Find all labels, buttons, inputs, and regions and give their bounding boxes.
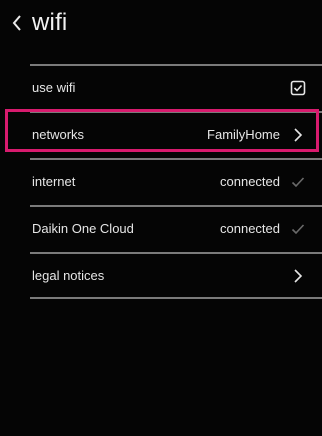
cloud-status-value: connected xyxy=(220,221,280,236)
header: wifi xyxy=(0,0,322,48)
check-icon xyxy=(288,172,308,192)
chevron-right-icon xyxy=(288,266,308,286)
settings-list: use wifi networks FamilyHome internet co… xyxy=(30,64,322,299)
row-label: use wifi xyxy=(32,80,76,95)
row-label: internet xyxy=(32,174,76,189)
checkbox-checked-icon[interactable] xyxy=(288,78,308,98)
chevron-right-icon xyxy=(288,125,308,145)
chevron-left-icon xyxy=(11,13,23,33)
check-icon xyxy=(288,219,308,239)
page-title: wifi xyxy=(32,9,68,36)
row-label: networks xyxy=(32,127,85,142)
row-label: legal notices xyxy=(32,268,105,283)
row-networks[interactable]: networks FamilyHome xyxy=(30,111,322,158)
wifi-settings-screen: wifi use wifi networks FamilyHome intern… xyxy=(0,0,322,436)
row-internet: internet connected xyxy=(30,158,322,205)
row-legal-notices[interactable]: legal notices xyxy=(30,252,322,299)
row-daikin-one-cloud: Daikin One Cloud connected xyxy=(30,205,322,252)
internet-status-value: connected xyxy=(220,174,280,189)
back-button[interactable] xyxy=(4,8,30,38)
row-use-wifi[interactable]: use wifi xyxy=(30,64,322,111)
network-name-value: FamilyHome xyxy=(207,127,280,142)
row-label: Daikin One Cloud xyxy=(32,221,134,236)
